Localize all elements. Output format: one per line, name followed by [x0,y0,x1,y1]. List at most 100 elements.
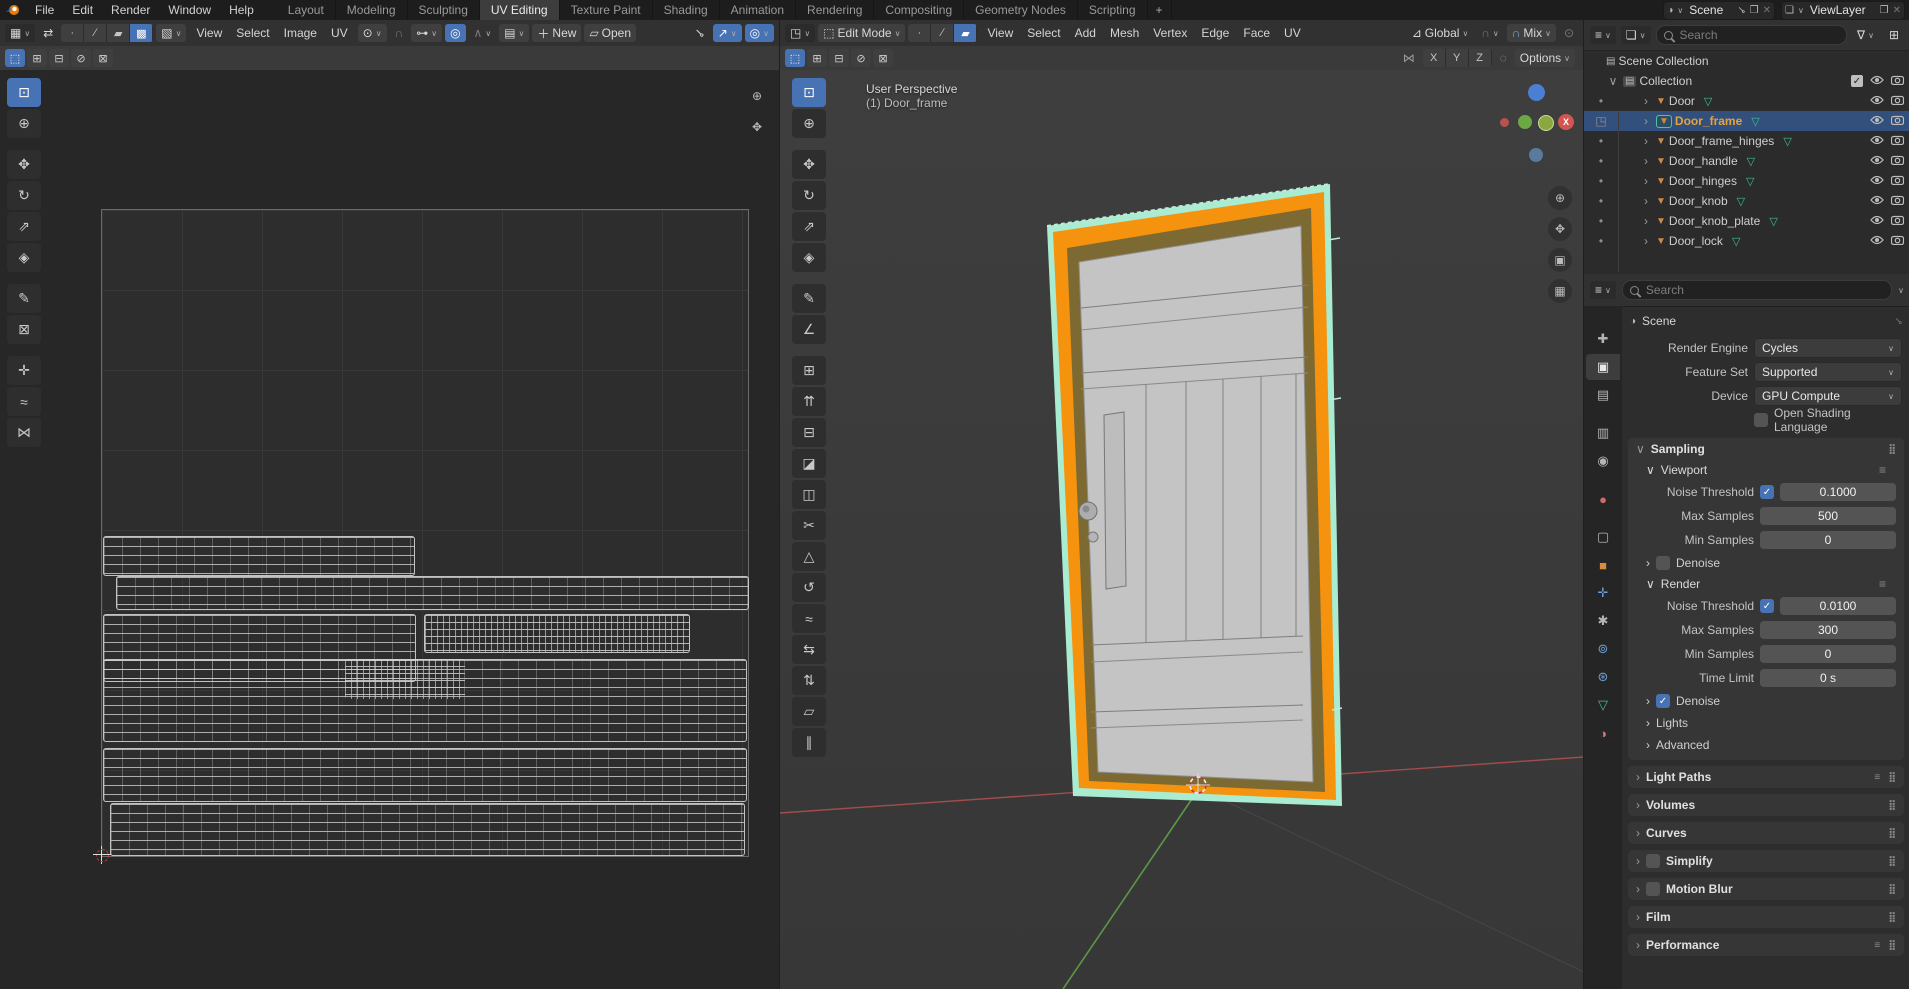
expand-icon[interactable]: › [1639,214,1653,228]
panel-header[interactable]: › Light Paths ≡ ⣿ [1628,766,1904,788]
mode-intersect[interactable]: ⊠ [93,49,113,67]
bevel-tool[interactable]: ◪ [792,449,826,478]
eye-icon[interactable] [1870,174,1884,188]
properties-tab-view-layer[interactable]: ▥ [1586,420,1620,446]
uv-sticky-selection-button[interactable]: ▧ ∨ [156,24,187,42]
uv-proportional-edit-toggle[interactable]: ◎ [445,24,466,42]
property-dropdown[interactable]: GPU Compute ∨ [1754,386,1902,406]
new-image-button[interactable]: ＋ New [532,24,582,42]
topbar-menu-file[interactable]: File [26,0,63,20]
preset-icon[interactable]: ≡ [1874,940,1880,951]
camera-icon[interactable] [1890,134,1905,148]
workspace-tab-animation[interactable]: Animation [720,0,797,20]
axis-y-ball[interactable] [1518,115,1532,129]
camera-icon[interactable] [1890,74,1905,88]
properties-tab-scene[interactable]: ◉ [1586,448,1620,474]
properties-tab-object-data[interactable]: ▽ [1586,692,1620,718]
expand-icon[interactable]: › [1639,154,1653,168]
poly-build-tool[interactable]: △ [792,542,826,571]
outliner-row[interactable]: • › ▼ Door_knob ▽ [1584,191,1909,211]
panel-header[interactable]: › Performance ≡ ⣿ [1628,934,1904,956]
uv-island[interactable] [103,536,415,576]
uv-sync-selection-toggle[interactable]: ⇄ [38,24,58,42]
properties-tab-tool[interactable]: ✚ [1586,326,1620,352]
uv-island[interactable] [345,659,465,699]
scale-tool[interactable]: ⇗ [7,212,41,241]
workspace-tab-texture-paint[interactable]: Texture Paint [560,0,653,20]
axis-neg-x-ball[interactable] [1500,118,1509,127]
mode-extend[interactable]: ⊞ [27,49,47,67]
viewport-pan-hand-icon[interactable]: ✥ [1548,217,1572,241]
eye-icon[interactable] [1870,134,1884,148]
mode-invert[interactable]: ⊘ [851,49,871,67]
workspace-tab-layout[interactable]: Layout [277,0,336,20]
relax-tool[interactable]: ≈ [7,387,41,416]
cursor-tool[interactable]: ⊕ [792,109,826,138]
render-denoise-checkbox[interactable]: ✓ [1656,694,1670,708]
topbar-menu-window[interactable]: Window [159,0,220,20]
uv-snap-toggle[interactable]: ∩ [390,24,409,42]
mode-dropdown[interactable]: ⬚ Edit Mode ∨ [818,24,906,42]
sampling-viewport-subheader[interactable]: ∨ Viewport ≡ [1628,460,1904,480]
properties-tab-collection[interactable]: ▢ [1586,524,1620,550]
eye-icon[interactable] [1870,214,1884,228]
uv-select-edge[interactable]: ∕ [84,24,108,42]
snap-toggle[interactable]: ∩ ∨ [1476,24,1503,42]
proportional-edit-toggle[interactable]: ⊙ [1559,24,1579,42]
outliner-row[interactable]: • › ▼ Door_handle ▽ [1584,151,1909,171]
transform-orientation-button[interactable]: ⊿ Global ∨ [1407,24,1474,42]
uv-zoom-icon[interactable]: ⊕ [745,84,769,108]
scene-selector[interactable]: ◑ ∨ Scene ⊸ ❐ ✕ [1663,0,1775,20]
snap-settings-button[interactable]: ∩ Mix ∨ [1506,24,1556,42]
drag-grip-icon[interactable]: ⣿ [1888,800,1896,811]
viewport-canvas[interactable]: ⊡ ⊕ ✥ ↻ ⇗ ◈ ✎ ∠ ⊞ ⇈ ⊟ ◪ ◫ ✂ △ ↺ ≈ ⇆ ⇅ ▱ ∥ User Perspective (… [780,70,1584,989]
collapse-icon[interactable]: ∨ [1606,74,1620,88]
uv-gizmo-toggle[interactable]: ↗ ∨ [712,24,742,42]
drag-grip-icon[interactable]: ⣿ [1888,772,1896,783]
viewport-menu-select[interactable]: Select [1020,20,1067,46]
property-dropdown[interactable]: Cycles ∨ [1754,338,1902,358]
editor-type-button[interactable]: ≡ ∨ [1590,281,1616,299]
panel-checkbox[interactable] [1646,882,1660,896]
preset-icon[interactable]: ≡ [1874,772,1880,783]
outliner-row[interactable]: ◳ › ▼ Door_frame ▽ [1584,111,1909,131]
property-value-field[interactable]: 0 [1760,645,1896,663]
mirror-x-toggle[interactable]: X [1422,49,1446,67]
eye-icon[interactable] [1870,194,1884,208]
properties-tab-modifiers[interactable]: ✛ [1586,580,1620,606]
workspace-tab-rendering[interactable]: Rendering [796,0,875,20]
property-value-field[interactable]: 500 [1760,507,1896,525]
extrude-region-tool[interactable]: ⇈ [792,387,826,416]
outliner-filter-id-button[interactable]: ❏ ∨ [1620,26,1651,44]
mode-intersect[interactable]: ⊠ [873,49,893,67]
outliner-row[interactable]: • › ▼ Door ▽ [1584,91,1909,111]
viewport-ortho-grid-icon[interactable]: ▦ [1548,279,1572,303]
open-image-button[interactable]: ▱ Open [584,24,637,42]
panel-header[interactable]: › Curves ⣿ [1628,822,1904,844]
navigation-gizmo[interactable]: X [1498,76,1576,176]
uv-menu-image[interactable]: Image [277,20,324,46]
preset-icon[interactable]: ≡ [1879,577,1886,591]
camera-icon[interactable] [1890,174,1905,188]
uv-island[interactable] [110,803,745,856]
property-value-field[interactable]: 300 [1760,621,1896,639]
select-box-tool[interactable]: ⊡ [792,78,826,107]
subpanel-advanced[interactable]: › Advanced [1628,734,1904,756]
move-tool[interactable]: ✥ [7,150,41,179]
preset-icon[interactable]: ≡ [1879,463,1886,477]
rip-region-tool[interactable]: ∥ [792,728,826,757]
osl-checkbox[interactable] [1754,413,1768,427]
sampling-panel-header[interactable]: ∨ Sampling ⣿ [1628,438,1904,460]
expand-icon[interactable]: › [1639,114,1653,128]
drag-grip-icon[interactable]: ⣿ [1888,444,1896,455]
drag-grip-icon[interactable]: ⣿ [1888,884,1896,895]
panel-header[interactable]: › Volumes ⣿ [1628,794,1904,816]
eye-icon[interactable] [1870,74,1884,88]
properties-tab-output[interactable]: ▤ [1586,382,1620,408]
mirror-y-toggle[interactable]: Y [1445,49,1469,67]
image-browse-button[interactable]: ▤ ∨ [499,24,530,42]
property-checkbox[interactable]: ✓ [1760,485,1774,499]
uv-proportional-falloff-button[interactable]: ∧ ∨ [469,24,497,42]
workspace-tab-scripting[interactable]: Scripting [1078,0,1148,20]
properties-tab-render[interactable]: ▣ [1586,354,1620,380]
